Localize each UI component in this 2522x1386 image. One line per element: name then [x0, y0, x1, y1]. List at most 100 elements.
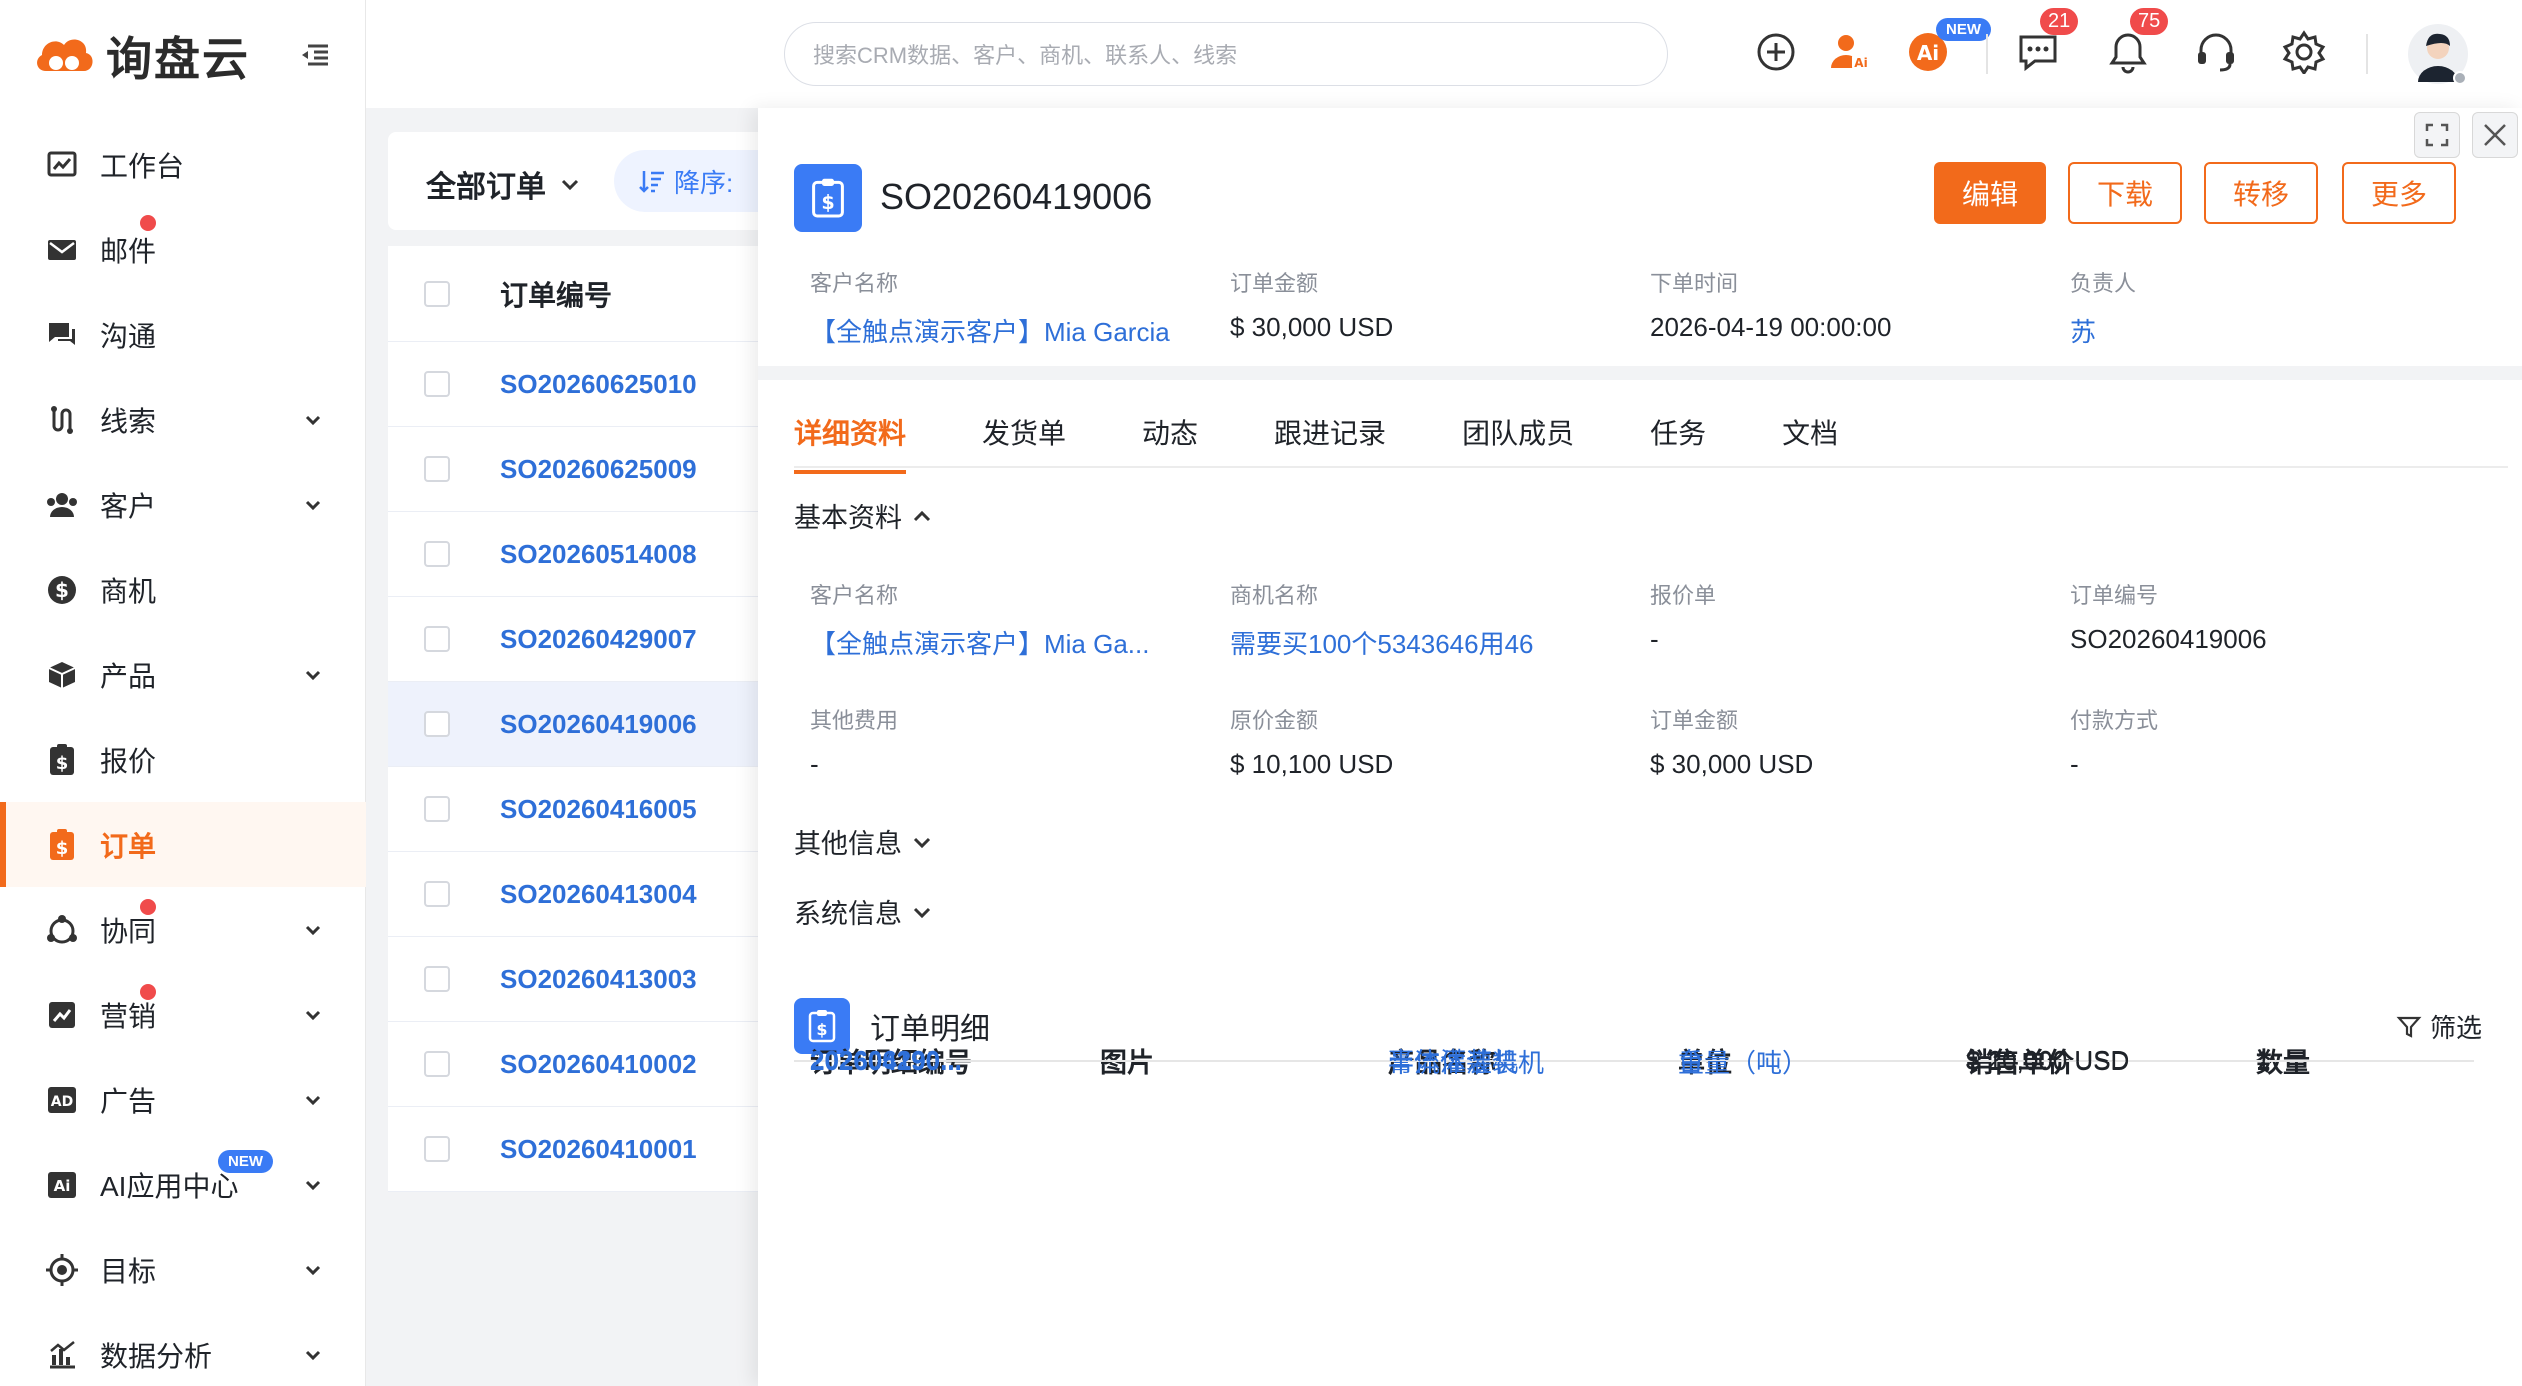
table-row[interactable]: SO20260413004 [388, 852, 788, 937]
sidebar-item-marketing[interactable]: 营销 [0, 972, 366, 1057]
sidebar-item-workbench[interactable]: 工作台 [0, 122, 366, 207]
field-value: $ 10,100 USD [1230, 749, 1394, 779]
system-info-toggle[interactable]: 系统信息 [794, 892, 934, 931]
tab-documents[interactable]: 文档 [1782, 408, 1838, 474]
sidebar-item-mail[interactable]: 邮件 [0, 207, 366, 292]
field-label: 原价金额 [1230, 708, 1319, 733]
chevron-down-icon [913, 837, 931, 848]
summary-customer: 客户名称 【全触点演示客户】Mia Garcia [810, 266, 1170, 349]
chevron-down-icon [305, 925, 321, 936]
image-cell: - [1100, 1045, 1109, 1076]
summary-amount: 订单金额 $ 30,000 USD [1230, 266, 1393, 343]
owner-link[interactable]: 苏 [2070, 312, 2136, 349]
select-all-checkbox[interactable] [424, 280, 450, 307]
order-number-link[interactable]: SO20260625009 [500, 454, 697, 485]
sidebar-item-ads[interactable]: AD 广告 [0, 1057, 366, 1142]
user-avatar[interactable] [2406, 22, 2470, 86]
tab-followups[interactable]: 跟进记录 [1274, 408, 1386, 474]
tab-activity[interactable]: 动态 [1142, 408, 1198, 474]
quantity-cell: 1 [2256, 1045, 2271, 1076]
sidebar-item-quotes[interactable]: $ 报价 [0, 717, 366, 802]
bell-icon[interactable] [2106, 30, 2150, 74]
mail-icon [44, 232, 80, 268]
sidebar-nav: 工作台 邮件 沟通 线索 客户 $ 商机 产品 $ 报价 $ 订单 协同 营销 … [0, 122, 366, 1386]
messages-icon[interactable] [2016, 30, 2060, 74]
table-row[interactable]: 202604190... - 半流体灌装机 重量（吨） $ 10,000 USD… [794, 1046, 2474, 1078]
tab-shipments[interactable]: 发货单 [982, 408, 1066, 474]
collapse-sidebar-icon[interactable] [296, 38, 332, 74]
leads-icon [44, 402, 80, 438]
table-row[interactable]: SO20260625009 [388, 427, 788, 512]
chevron-down-icon [305, 1265, 321, 1276]
add-icon[interactable] [1754, 30, 1798, 74]
table-row[interactable]: SO20260416005 [388, 767, 788, 852]
tab-tasks[interactable]: 任务 [1650, 408, 1706, 474]
edit-button[interactable]: 编辑 [1934, 162, 2046, 224]
sidebar-item-analytics[interactable]: 数据分析 [0, 1312, 366, 1386]
filter-icon [2396, 1016, 2422, 1038]
row-checkbox[interactable] [424, 541, 450, 567]
table-row[interactable]: SO20260429007 [388, 597, 788, 682]
sidebar-item-goals[interactable]: 目标 [0, 1227, 366, 1312]
row-checkbox[interactable] [424, 796, 450, 822]
customer-link[interactable]: 【全触点演示客户】Mia Garcia [810, 312, 1170, 349]
close-icon[interactable] [2472, 112, 2518, 158]
sidebar-item-orders[interactable]: $ 订单 [0, 802, 366, 887]
headset-icon[interactable] [2194, 30, 2238, 74]
detail-number-link[interactable]: 202604190... [810, 1046, 962, 1077]
sidebar-item-communication[interactable]: 沟通 [0, 292, 366, 377]
order-number-link[interactable]: SO20260514008 [500, 539, 697, 570]
product-link[interactable]: 半流体灌装机 [1388, 1043, 1544, 1080]
sidebar-item-ai-center[interactable]: Ai AI应用中心 NEW [0, 1142, 366, 1227]
table-row[interactable]: SO20260413003 [388, 937, 788, 1022]
row-checkbox[interactable] [424, 1136, 450, 1162]
tab-team[interactable]: 团队成员 [1462, 408, 1574, 474]
order-number-link[interactable]: SO20260429007 [500, 624, 697, 655]
table-row[interactable]: SO20260514008 [388, 512, 788, 597]
order-number-link[interactable]: SO20260410001 [500, 1134, 697, 1165]
quote-icon: $ [44, 742, 80, 778]
ai-icon: Ai [44, 1167, 80, 1203]
sidebar-item-leads[interactable]: 线索 [0, 377, 366, 462]
settings-gear-icon[interactable] [2282, 30, 2326, 74]
order-number-link[interactable]: SO20260413004 [500, 879, 697, 910]
sidebar-item-collaboration[interactable]: 协同 [0, 887, 366, 972]
order-list-panel: 全部订单 降序: 订单编号 SO20260625010 SO2026062500… [388, 132, 814, 1386]
other-info-toggle[interactable]: 其他信息 [794, 822, 934, 861]
order-number-link[interactable]: SO20260625010 [500, 369, 697, 400]
row-checkbox[interactable] [424, 881, 450, 907]
sidebar-item-products[interactable]: 产品 [0, 632, 366, 717]
transfer-button[interactable]: 转移 [2204, 162, 2318, 224]
order-number-link[interactable]: SO20260419006 [500, 709, 697, 740]
download-button[interactable]: 下载 [2068, 162, 2182, 224]
tab-details[interactable]: 详细资料 [794, 408, 907, 474]
view-selector[interactable]: 全部订单 [426, 162, 582, 206]
fullscreen-icon[interactable] [2414, 112, 2460, 158]
order-number-link[interactable]: SO20260410002 [500, 1049, 697, 1080]
order-number-link[interactable]: SO20260413003 [500, 964, 697, 995]
row-checkbox[interactable] [424, 1051, 450, 1077]
basic-info-toggle[interactable]: 基本资料 [794, 496, 934, 535]
ai-assistant-icon[interactable]: Ai [1828, 30, 1872, 74]
sidebar-item-label: 订单 [100, 830, 157, 862]
row-checkbox[interactable] [424, 626, 450, 652]
field-value: - [2070, 749, 2079, 779]
row-checkbox[interactable] [424, 966, 450, 992]
customer-link[interactable]: 【全触点演示客户】Mia Ga... [810, 624, 1149, 661]
table-row[interactable]: SO20260625010 [388, 342, 788, 427]
table-row-selected[interactable]: SO20260419006 [388, 682, 788, 767]
row-checkbox[interactable] [424, 711, 450, 737]
table-row[interactable]: SO20260410001 [388, 1107, 788, 1192]
order-number-link[interactable]: SO20260416005 [500, 794, 697, 825]
brand-logo[interactable]: 询盘云 [32, 26, 250, 86]
row-checkbox[interactable] [424, 456, 450, 482]
opportunity-link[interactable]: 需要买100个5343646用46 [1230, 624, 1534, 661]
global-search-input[interactable]: 搜索CRM数据、客户、商机、联系人、线索 [784, 22, 1668, 86]
table-row[interactable]: SO20260410002 [388, 1022, 788, 1107]
collab-icon [44, 912, 80, 948]
sidebar-item-opportunities[interactable]: $ 商机 [0, 547, 366, 632]
filter-button[interactable]: 筛选 [2396, 1008, 2482, 1045]
sidebar-item-customers[interactable]: 客户 [0, 462, 366, 547]
more-button[interactable]: 更多 [2342, 162, 2456, 224]
row-checkbox[interactable] [424, 371, 450, 397]
